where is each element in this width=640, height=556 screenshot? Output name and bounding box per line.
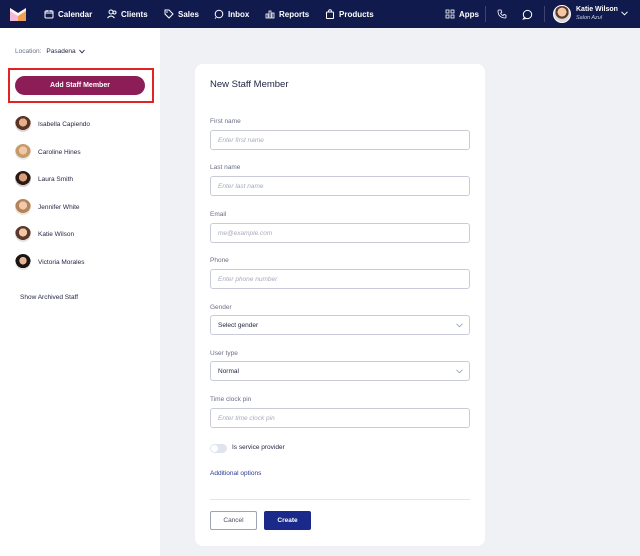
nav-apps[interactable]: Apps xyxy=(445,0,479,28)
staff-name: Isabella Capiendo xyxy=(38,120,91,128)
gender-select-value: Select gender xyxy=(218,321,259,329)
first-name-input[interactable] xyxy=(210,130,470,150)
inbox-icon xyxy=(214,9,224,19)
chevron-down-icon xyxy=(78,49,85,54)
nav-clients-label: Clients xyxy=(121,9,148,19)
nav-products[interactable]: Products xyxy=(325,0,374,28)
staff-list-item[interactable]: Isabella Capiendo xyxy=(15,115,90,133)
nav-calendar[interactable]: Calendar xyxy=(44,0,92,28)
user-type-label: User type xyxy=(210,350,238,357)
calendar-icon xyxy=(44,10,54,19)
clients-icon xyxy=(107,9,117,19)
create-button[interactable]: Create xyxy=(264,511,311,530)
staff-sidebar: Location: Pasadena Add Staff Member Isab… xyxy=(0,28,160,556)
nav-products-label: Products xyxy=(339,9,374,19)
bag-icon xyxy=(326,9,334,19)
staff-avatar xyxy=(15,254,31,270)
last-name-input[interactable] xyxy=(210,176,470,196)
chat-button[interactable] xyxy=(522,0,533,28)
chevron-down-icon xyxy=(456,369,463,374)
phone-button[interactable] xyxy=(497,0,507,28)
user-name[interactable]: Katie Wilson xyxy=(576,6,618,13)
staff-avatar xyxy=(15,171,31,187)
staff-list-item[interactable]: Victoria Morales xyxy=(15,253,84,271)
nav-sales-label: Sales xyxy=(178,9,199,19)
location-value: Pasadena xyxy=(46,48,76,55)
user-avatar[interactable] xyxy=(553,5,571,23)
location-selector[interactable]: Location: Pasadena xyxy=(15,48,85,55)
nav-inbox-label: Inbox xyxy=(228,9,250,19)
last-name-label: Last name xyxy=(210,164,241,171)
staff-avatar xyxy=(15,144,31,160)
show-archived-staff-link[interactable]: Show Archived Staff xyxy=(20,294,78,301)
staff-name: Katie Wilson xyxy=(38,230,75,238)
nav-clients[interactable]: Clients xyxy=(107,0,148,28)
staff-name: Laura Smith xyxy=(38,175,74,183)
nav-divider xyxy=(544,6,545,22)
app-logo[interactable] xyxy=(10,7,26,21)
service-provider-label: Is service provider xyxy=(232,444,285,451)
time-clock-pin-input[interactable] xyxy=(210,408,470,428)
first-name-label: First name xyxy=(210,118,241,125)
phone-input[interactable] xyxy=(210,269,470,289)
cancel-button[interactable]: Cancel xyxy=(210,511,257,530)
staff-avatar xyxy=(15,199,31,215)
staff-name: Jennifer White xyxy=(38,203,80,211)
chevron-down-icon xyxy=(456,323,463,328)
top-navigation-bar: Calendar Clients Sales Inbox Reports Pro… xyxy=(0,0,640,28)
staff-list-item[interactable]: Caroline Hines xyxy=(15,143,81,161)
nav-calendar-label: Calendar xyxy=(58,9,93,19)
user-business: Salon Azul xyxy=(576,15,603,21)
chat-bubble-icon xyxy=(522,9,533,20)
staff-name: Victoria Morales xyxy=(38,258,85,266)
nav-reports-label: Reports xyxy=(279,9,310,19)
chevron-down-icon[interactable] xyxy=(621,11,628,16)
staff-list-item[interactable]: Laura Smith xyxy=(15,170,73,188)
gender-label: Gender xyxy=(210,304,232,311)
new-staff-member-card: New Staff Member First name Last name Em… xyxy=(195,64,485,546)
user-type-select-value: Normal xyxy=(218,367,239,375)
email-input[interactable] xyxy=(210,223,470,243)
bar-chart-icon xyxy=(265,10,275,19)
staff-list-item[interactable]: Jennifer White xyxy=(15,198,80,216)
phone-icon xyxy=(497,9,507,19)
add-staff-member-button[interactable]: Add Staff Member xyxy=(15,76,145,95)
staff-avatar xyxy=(15,226,31,242)
nav-reports[interactable]: Reports xyxy=(265,0,309,28)
phone-label: Phone xyxy=(210,257,229,264)
staff-name: Caroline Hines xyxy=(38,148,81,156)
user-type-select[interactable]: Normal xyxy=(210,361,470,381)
form-title: New Staff Member xyxy=(210,79,289,90)
location-label: Location: xyxy=(15,48,42,55)
nav-sales[interactable]: Sales xyxy=(164,0,199,28)
time-clock-pin-label: Time clock pin xyxy=(210,396,252,403)
nav-divider xyxy=(485,6,486,22)
additional-options-link[interactable]: Additional options xyxy=(210,470,261,477)
email-label: Email xyxy=(210,211,227,218)
nav-inbox[interactable]: Inbox xyxy=(214,0,249,28)
form-divider xyxy=(210,499,470,500)
apps-grid-icon xyxy=(445,9,455,19)
service-provider-toggle[interactable] xyxy=(210,444,227,453)
gender-select[interactable]: Select gender xyxy=(210,315,470,335)
tag-icon xyxy=(164,9,174,19)
staff-list-item[interactable]: Katie Wilson xyxy=(15,225,74,243)
nav-apps-label: Apps xyxy=(459,9,479,19)
staff-avatar xyxy=(15,116,31,132)
